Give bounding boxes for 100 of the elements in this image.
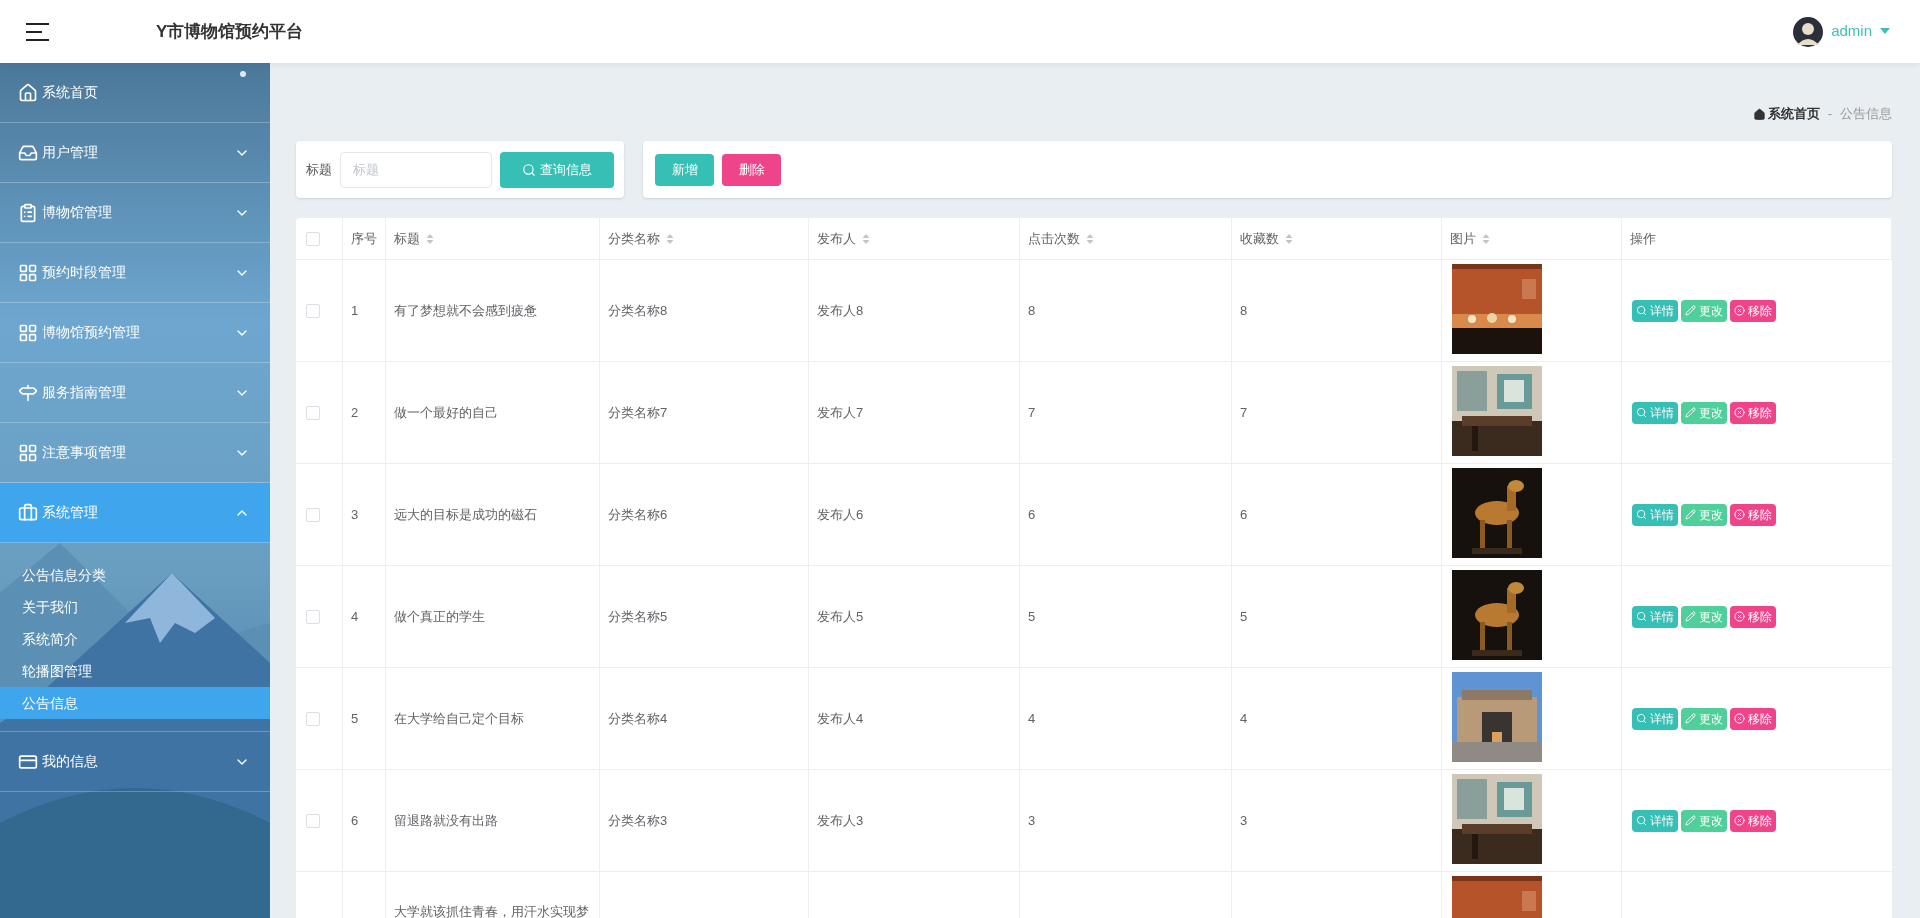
menu-icon[interactable] — [26, 22, 50, 41]
table-cell-text: 6 — [1240, 505, 1248, 524]
detail-button[interactable]: 详情 — [1632, 299, 1678, 322]
column-header: 操作 — [1630, 229, 1656, 248]
table-cell-text: 1 — [351, 301, 359, 320]
submenu-item[interactable]: 轮播图管理 — [0, 655, 270, 687]
table-cell-text: 留退路就没有出路 — [394, 811, 498, 830]
edit-button[interactable]: 更改 — [1681, 605, 1727, 628]
pencil-icon — [1685, 407, 1696, 418]
sidebar-item[interactable]: 我的信息 — [0, 732, 270, 792]
table-cell-text: 大学就该抓住青春，用汗水实现梦 — [394, 903, 589, 918]
add-button[interactable]: 新增 — [655, 153, 714, 186]
table-cell-text: 分类名称5 — [608, 607, 668, 626]
remove-button[interactable]: 移除 — [1730, 401, 1776, 424]
sort-icon[interactable] — [426, 232, 434, 245]
sidebar-item[interactable]: 用户管理 — [0, 123, 270, 183]
table-cell-text: 发布人8 — [817, 301, 864, 320]
table-cell-text: 发布人7 — [817, 403, 864, 422]
pencil-icon — [1685, 611, 1696, 622]
checkbox[interactable] — [306, 231, 320, 246]
circle-x-icon — [1734, 713, 1745, 724]
sort-icon[interactable] — [862, 232, 870, 245]
table-cell-text: 分类名称7 — [608, 403, 668, 422]
remove-button[interactable]: 移除 — [1730, 299, 1776, 322]
checkbox[interactable] — [306, 405, 320, 420]
table-cell-text: 2 — [351, 403, 359, 422]
pencil-icon — [1685, 713, 1696, 724]
sidebar-item[interactable]: 预约时段管理 — [0, 243, 270, 303]
circle-x-icon — [1734, 407, 1745, 418]
user-name[interactable]: admin — [1831, 20, 1872, 43]
remove-button[interactable]: 移除 — [1730, 809, 1776, 832]
column-header[interactable]: 标题 — [394, 228, 434, 249]
table-cell-text: 6 — [351, 811, 359, 830]
caret-icon[interactable] — [1880, 28, 1890, 35]
detail-button[interactable]: 详情 — [1632, 605, 1678, 628]
checkbox[interactable] — [306, 303, 320, 318]
search-field[interactable]: 标题 — [340, 151, 492, 188]
briefcase-icon — [18, 502, 38, 523]
grid-icon — [18, 442, 38, 463]
search-icon — [1636, 305, 1647, 316]
checkbox[interactable] — [306, 609, 320, 624]
circle-x-icon — [1734, 305, 1745, 316]
sidebar-item[interactable]: 博物馆预约管理 — [0, 303, 270, 363]
search-button[interactable]: 查询信息 — [500, 151, 614, 188]
table-cell-text: 分类名称3 — [608, 811, 668, 830]
app-title: Y市博物馆预约平台 — [156, 20, 304, 43]
detail-button[interactable]: 详情 — [1632, 401, 1678, 424]
sort-icon[interactable] — [666, 232, 674, 245]
column-header[interactable]: 图片 — [1450, 228, 1490, 249]
edit-button[interactable]: 更改 — [1681, 299, 1727, 322]
table-cell-text: 分类名称8 — [608, 301, 668, 320]
remove-button[interactable]: 移除 — [1730, 503, 1776, 526]
edit-button[interactable]: 更改 — [1681, 401, 1727, 424]
sidebar-item[interactable]: 博物馆管理 — [0, 183, 270, 243]
table-cell-text: 7 — [1028, 403, 1036, 422]
sidebar-item[interactable]: 系统首页 — [0, 63, 270, 123]
column-header[interactable]: 收藏数 — [1240, 228, 1293, 249]
sort-icon[interactable] — [1285, 232, 1293, 245]
signpost-icon — [18, 382, 38, 403]
home-icon — [1752, 107, 1766, 121]
search-icon — [1636, 611, 1647, 622]
sort-icon[interactable] — [1482, 232, 1490, 245]
pencil-icon — [1685, 509, 1696, 520]
sidebar-item[interactable]: 服务指南管理 — [0, 363, 270, 423]
avatar[interactable] — [1793, 16, 1824, 47]
detail-button[interactable]: 详情 — [1632, 707, 1678, 730]
pencil-icon — [1685, 815, 1696, 826]
submenu-item[interactable]: 关于我们 — [0, 591, 270, 623]
search-icon — [1636, 509, 1647, 520]
column-header[interactable]: 发布人 — [817, 228, 870, 249]
table-cell-text: 3 — [1240, 811, 1248, 830]
table-cell-text: 在大学给自己定个目标 — [394, 709, 524, 728]
search-icon — [1636, 407, 1647, 418]
edit-button[interactable]: 更改 — [1681, 809, 1727, 832]
edit-button[interactable]: 更改 — [1681, 707, 1727, 730]
breadcrumb-link[interactable]: 系统首页 — [1752, 104, 1820, 124]
table-cell-text: 做个真正的学生 — [394, 607, 485, 626]
remove-button[interactable]: 移除 — [1730, 707, 1776, 730]
delete-button[interactable]: 删除 — [722, 153, 781, 186]
table-cell-text: 4 — [1240, 709, 1248, 728]
submenu-item[interactable]: 公告信息 — [0, 687, 270, 719]
detail-button[interactable]: 详情 — [1632, 503, 1678, 526]
search-icon — [1636, 713, 1647, 724]
table-cell-text: 发布人4 — [817, 709, 864, 728]
table-cell-text: 8 — [1028, 301, 1036, 320]
remove-button[interactable]: 移除 — [1730, 605, 1776, 628]
edit-button[interactable]: 更改 — [1681, 503, 1727, 526]
column-header[interactable]: 点击次数 — [1028, 228, 1094, 249]
checkbox[interactable] — [306, 507, 320, 522]
checkbox[interactable] — [306, 711, 320, 726]
detail-button[interactable]: 详情 — [1632, 809, 1678, 832]
sidebar-item[interactable]: 系统管理 — [0, 483, 270, 543]
checkbox[interactable] — [306, 813, 320, 828]
submenu-item[interactable]: 公告信息分类 — [0, 559, 270, 591]
column-header[interactable]: 分类名称 — [608, 228, 674, 249]
grid-icon — [18, 322, 38, 343]
table-cell-text: 5 — [1028, 607, 1036, 626]
sort-icon[interactable] — [1086, 232, 1094, 245]
submenu-item[interactable]: 系统简介 — [0, 623, 270, 655]
pencil-icon — [1685, 305, 1696, 316]
